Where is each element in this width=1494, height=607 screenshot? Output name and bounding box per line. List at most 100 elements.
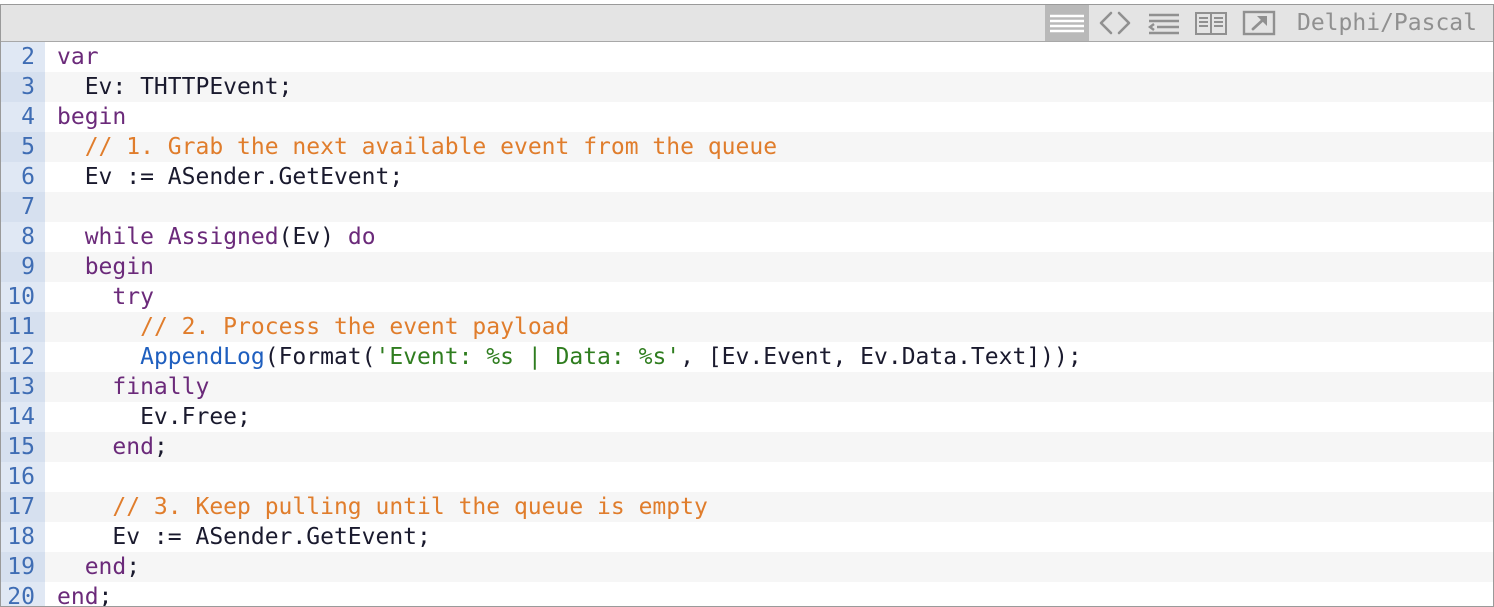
function-token: AppendLog [140,344,265,370]
code-text: begin [57,252,154,282]
code-line: 9 begin [1,252,1493,282]
code-token: Ev.Free; [57,404,251,430]
line-number: 16 [1,462,45,492]
line-number: 5 [1,132,45,162]
code-line: 15 end; [1,432,1493,462]
line-number-text: 15 [7,434,35,460]
line-number: 15 [1,432,45,462]
copy-button[interactable] [1097,5,1133,41]
code-brackets-icon [1099,11,1131,35]
code-token: Ev := ASender.GetEvent; [57,524,431,550]
print-icon [1195,12,1227,35]
language-label: Delphi/Pascal [1296,10,1477,36]
code-toolbar: Delphi/Pascal [1,5,1493,42]
print-button[interactable] [1193,5,1229,41]
code-token: , [Ev.Event, Ev.Data.Text])); [680,344,1082,370]
keyword-token: finally [112,374,210,400]
keyword-token: end [57,584,99,607]
line-number-text: 9 [21,254,35,280]
keyword-token: end [84,554,127,580]
code-text: AppendLog(Format('Event: %s | Data: %s',… [57,342,1082,372]
line-number-text: 16 [7,464,35,490]
line-number-text: 7 [21,194,35,220]
line-number-text: 4 [21,104,35,130]
line-number: 8 [1,222,45,252]
line-number: 7 [1,192,45,222]
code-text: begin [57,102,126,132]
line-number: 6 [1,162,45,192]
code-text: while Assigned(Ev) do [57,222,376,252]
line-number-text: 13 [7,374,35,400]
keyword-token: do [347,224,376,250]
code-text: Ev.Free; [57,402,251,432]
line-number: 9 [1,252,45,282]
code-text: end; [57,432,168,462]
code-line: 5 // 1. Grab the next available event fr… [1,132,1493,162]
line-number: 2 [1,42,45,72]
code-line: 8 while Assigned(Ev) do [1,222,1493,252]
code-line: 19 end; [1,552,1493,582]
line-number-text: 8 [21,224,35,250]
line-number-text: 2 [21,44,35,70]
line-number-text: 18 [7,524,35,550]
line-number-text: 19 [7,554,35,580]
comment-token: // 1. Grab the next available event from… [84,134,778,160]
comment-token: // 2. Process the event payload [140,314,570,340]
code-line: 4 begin [1,102,1493,132]
keyword-token: var [57,44,99,70]
code-token: Ev := ASender.GetEvent; [57,164,404,190]
keyword-token: begin [84,254,154,280]
code-token: ; [126,554,141,580]
code-text: Ev: THTTPEvent; [57,72,293,102]
code-text: // 1. Grab the next available event from… [57,132,777,162]
line-number-text: 10 [7,284,35,310]
view-source-button[interactable] [1045,5,1089,41]
lines-icon [1050,14,1084,33]
popout-icon [1242,10,1276,36]
line-number-text: 20 [7,584,35,607]
code-text: Ev := ASender.GetEvent; [57,162,404,192]
code-text: // 3. Keep pulling until the queue is em… [57,492,707,522]
line-number: 12 [1,342,45,372]
code-line: 12 AppendLog(Format('Event: %s | Data: %… [1,342,1493,372]
line-number-text: 3 [21,74,35,100]
code-text: // 2. Process the event payload [57,312,569,342]
wrap-icon [1148,13,1179,35]
keyword-token: Assigned [167,224,279,250]
keyword-token: begin [57,104,127,130]
code-line: 11 // 2. Process the event payload [1,312,1493,342]
code-token: Ev: THTTPEvent; [57,74,293,100]
code-line: 13 finally [1,372,1493,402]
code-text: Ev := ASender.GetEvent; [57,522,431,552]
line-number-text: 12 [7,344,35,370]
string-token: 'Event: %s | Data: %s' [375,344,681,370]
line-number: 11 [1,312,45,342]
line-number: 14 [1,402,45,432]
code-line: 18 Ev := ASender.GetEvent; [1,522,1493,552]
line-number: 20 [1,582,45,607]
code-text: finally [57,372,209,402]
code-lines: 2 var 3 Ev: THTTPEvent; 4 begin 5 // 1. Grab … [1,42,1493,606]
line-number: 10 [1,282,45,312]
line-number-text: 11 [7,314,35,340]
code-text: end; [57,582,112,607]
line-number: 17 [1,492,45,522]
code-line: 14 Ev.Free; [1,402,1493,432]
code-line: 20 end; [1,582,1493,607]
code-line: 2 var [1,42,1493,72]
code-line: 7 [1,192,1493,222]
wrap-button[interactable] [1145,5,1183,41]
code-token: ; [153,434,168,460]
code-line: 17 // 3. Keep pulling until the queue is… [1,492,1493,522]
code-token: (Ev) [278,224,348,250]
popout-button[interactable] [1241,5,1277,41]
